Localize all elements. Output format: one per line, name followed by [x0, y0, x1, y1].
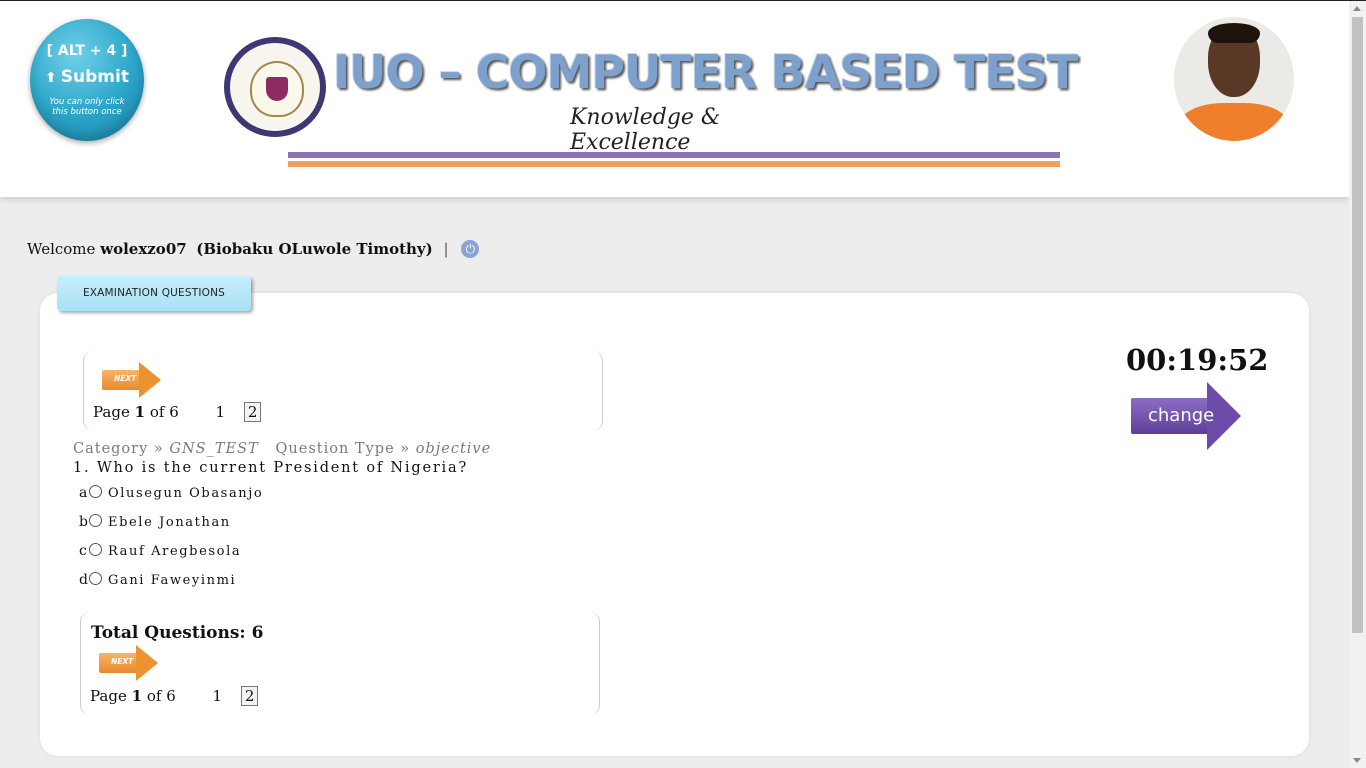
question-type-value: objective [415, 441, 492, 457]
next-button-bottom[interactable]: NEXT [99, 645, 159, 681]
welcome-username: wolexzo07 [100, 240, 187, 258]
pager-top: Page 1 of 6 1 2 [93, 402, 262, 422]
pager-total: of 6 [149, 403, 179, 421]
submit-note: You can only click this button once [49, 97, 125, 117]
question-text: 1. Who is the current President of Niger… [73, 460, 469, 476]
next-label: NEXT [114, 374, 137, 383]
pager-current: 1 [134, 403, 146, 421]
pager-bottom: Page 1 of 6 1 2 [90, 686, 259, 706]
pager-prefix: Page [93, 403, 130, 421]
option-b[interactable]: b Ebele Jonathan [79, 514, 231, 532]
arrow-up-icon: ⬆ [45, 70, 57, 86]
page-link-2[interactable]: 2 [240, 686, 259, 706]
scroll-up-icon[interactable] [1353, 6, 1361, 11]
next-label: NEXT [111, 657, 134, 666]
option-radio-a[interactable] [89, 485, 102, 498]
pager-prefix: Page [90, 687, 127, 705]
candidate-photo [1174, 17, 1294, 141]
welcome-prefix: Welcome [27, 240, 96, 258]
question-type-label: Question Type » [275, 441, 411, 457]
avatar-shirt [1178, 103, 1290, 141]
option-text: Rauf Aregbesola [108, 544, 242, 559]
option-a[interactable]: a Olusegun Obasanjo [79, 485, 263, 503]
option-letter: c [79, 543, 87, 559]
welcome-separator: | [443, 240, 449, 258]
change-button[interactable]: change [1131, 382, 1241, 450]
vertical-scrollbar[interactable] [1349, 1, 1366, 768]
option-radio-b[interactable] [89, 514, 102, 527]
tab-examination-questions[interactable]: EXAMINATION QUESTIONS [57, 276, 251, 311]
logout-power-icon[interactable]: ⏻ [461, 239, 480, 258]
logo-shield-icon [266, 77, 288, 101]
option-letter: a [79, 485, 88, 501]
category-value: GNS_TEST [169, 441, 259, 457]
option-text: Ebele Jonathan [108, 515, 231, 530]
pager-current: 1 [131, 687, 143, 705]
university-logo [224, 37, 326, 137]
arrow-right-icon [139, 362, 161, 398]
scroll-down-icon[interactable] [1353, 758, 1361, 763]
banner-motto: Knowledge & Excellence [570, 105, 721, 155]
option-radio-d[interactable] [89, 572, 102, 585]
page-link-2[interactable]: 2 [243, 402, 262, 422]
banner-title: IUO – COMPUTER BASED TEST [333, 45, 1078, 99]
avatar-hair [1208, 23, 1260, 43]
page-header: [ ALT + 4 ] ⬆ Submit You can only click t… [0, 1, 1349, 197]
countdown-timer: 00:19:52 [1126, 343, 1269, 377]
top-navigation-box: NEXT Page 1 of 6 1 2 [83, 351, 603, 431]
banner-divider-purple [288, 152, 1060, 158]
arrow-right-icon [136, 645, 158, 681]
banner-divider-orange [288, 161, 1060, 167]
option-text: Gani Faweyinmi [108, 573, 237, 588]
welcome-line: Welcome wolexzo07 (Biobaku OLuwole Timot… [27, 239, 480, 258]
submit-label: Submit [60, 67, 129, 87]
total-questions: Total Questions: 6 [91, 623, 264, 643]
submit-shortcut-label: [ ALT + 4 ] [46, 43, 128, 59]
next-button-top[interactable]: NEXT [102, 362, 162, 398]
question-meta: Category » GNS_TEST Question Type » obje… [73, 441, 491, 457]
option-c[interactable]: c Rauf Aregbesola [79, 543, 241, 561]
pager-total: of 6 [146, 687, 176, 705]
scroll-thumb[interactable] [1352, 17, 1363, 633]
change-label: change [1148, 405, 1215, 426]
welcome-fullname: (Biobaku OLuwole Timothy) [196, 240, 433, 258]
category-label: Category » [73, 441, 164, 457]
page-link-1[interactable]: 1 [213, 687, 223, 705]
logo-crest [250, 61, 304, 117]
option-d[interactable]: d Gani Faweyinmi [79, 572, 236, 590]
page-link-1[interactable]: 1 [216, 403, 226, 421]
option-letter: d [79, 572, 88, 588]
option-radio-c[interactable] [89, 543, 102, 556]
submit-button[interactable]: [ ALT + 4 ] ⬆ Submit You can only click t… [30, 19, 144, 141]
option-letter: b [79, 514, 88, 530]
option-text: Olusegun Obasanjo [108, 486, 264, 501]
